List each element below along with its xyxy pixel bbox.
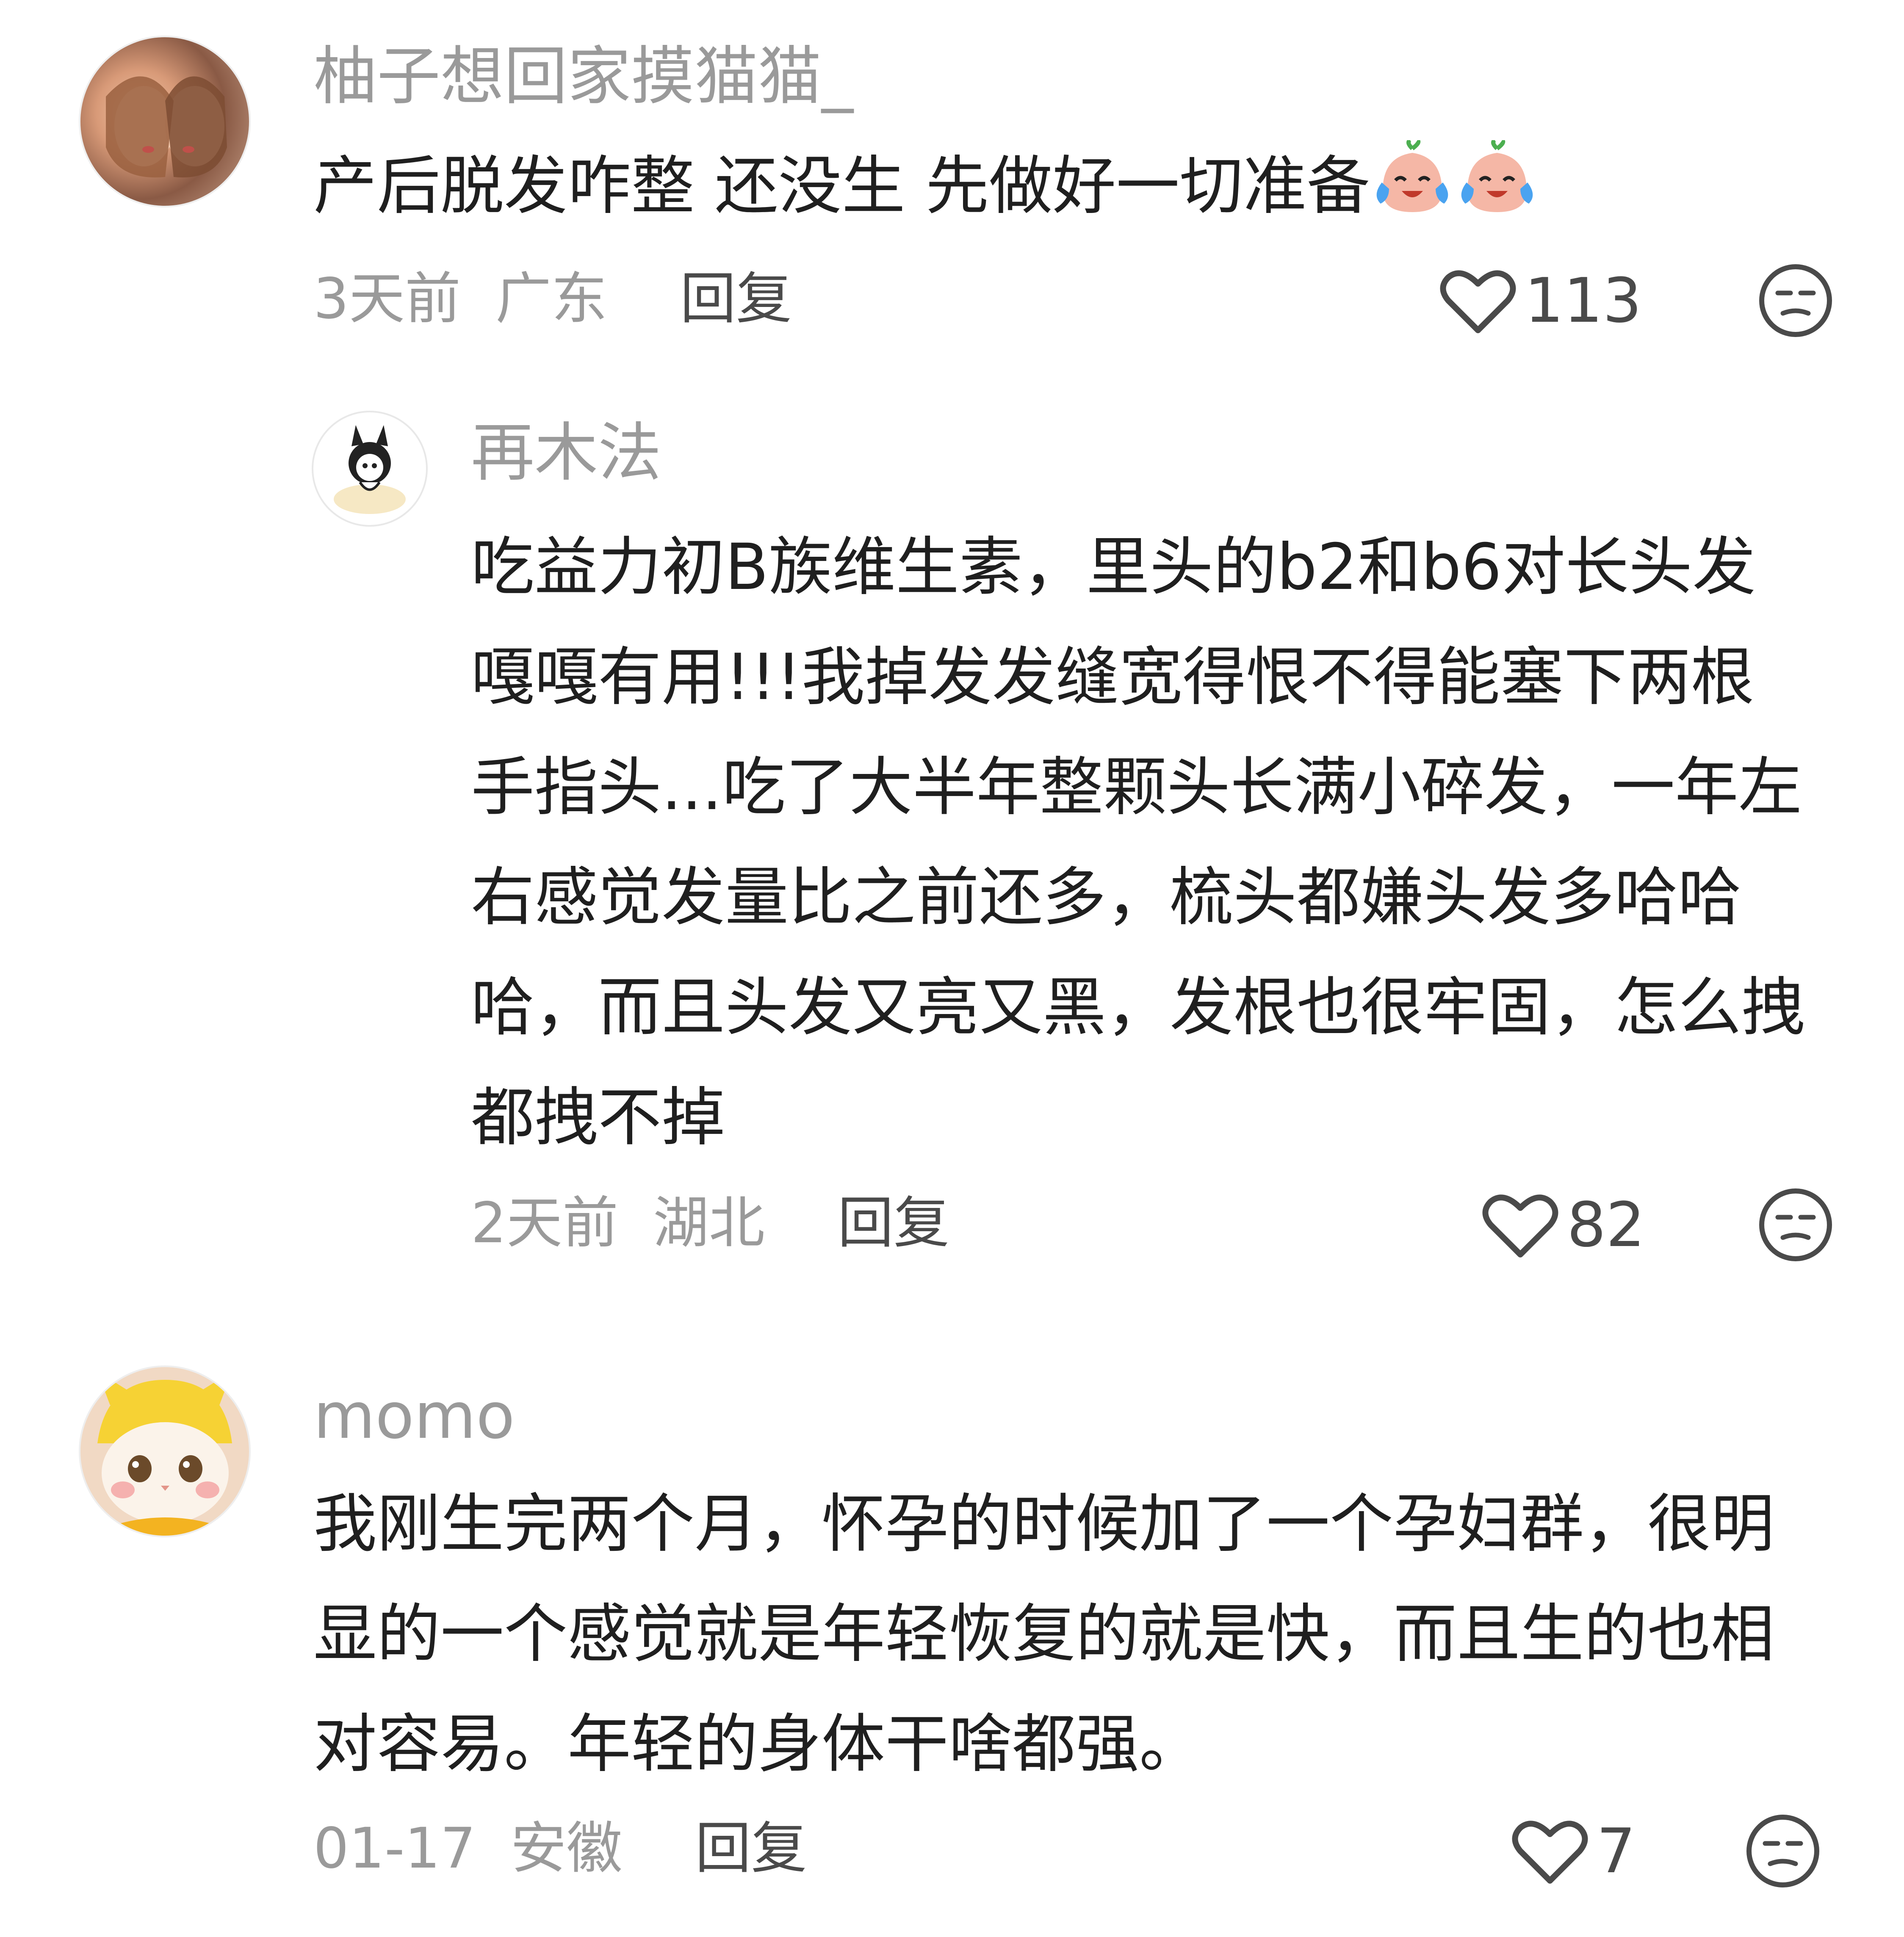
crying-laugh-emoji-icon — [1455, 138, 1539, 250]
unamused-face-icon — [1759, 264, 1832, 337]
dislike-button[interactable] — [1757, 1187, 1834, 1265]
like-button[interactable]: 113 — [1440, 258, 1642, 343]
avatar[interactable] — [79, 1365, 251, 1537]
comment-text: 我刚生完两个月，怀孕的时候加了一个孕妇群，很明显的一个感觉就是年轻恢复的就是快，… — [313, 1487, 1775, 1781]
avatar-image — [106, 76, 227, 178]
like-count: 113 — [1525, 265, 1642, 337]
reply-button[interactable]: 回复 — [680, 266, 792, 332]
reply-username[interactable]: 再木法 — [471, 421, 661, 485]
comment-meta: 3天前 广东 回复 — [313, 271, 792, 327]
comment-text: 产后脱发咋整 还没生 先做好一切准备 — [313, 131, 1838, 250]
comment-location: 广东 — [495, 266, 607, 332]
unamused-face-icon — [1746, 1815, 1819, 1887]
like-count: 82 — [1567, 1189, 1645, 1261]
comment-time: 01-17 — [313, 1816, 476, 1881]
like-button[interactable]: 82 — [1482, 1183, 1645, 1267]
comment-text-body: 产后脱发咋整 还没生 先做好一切准备 — [313, 149, 1370, 223]
heart-outline-icon — [1482, 1191, 1558, 1259]
dislike-button[interactable] — [1757, 263, 1834, 340]
reply-location: 湖北 — [653, 1191, 765, 1256]
like-button[interactable]: 7 — [1512, 1809, 1636, 1893]
avatar-image — [334, 425, 406, 514]
comment-location: 安徽 — [510, 1816, 623, 1881]
reply-text: 吃益力初B族维生素，里头的b2和b6对长头发嘎嘎有用!!!我掉发发缝宽得恨不得能… — [471, 531, 1805, 1155]
avatar-image — [97, 1371, 232, 1536]
comment-username[interactable]: momo — [313, 1384, 515, 1448]
crying-laugh-emoji-icon — [1370, 138, 1455, 250]
reply-time: 2天前 — [471, 1191, 618, 1256]
heart-outline-icon — [1440, 267, 1516, 334]
avatar[interactable] — [79, 36, 251, 207]
reply-avatar[interactable] — [312, 411, 428, 527]
heart-outline-icon — [1512, 1817, 1588, 1885]
reply-button[interactable]: 回复 — [695, 1816, 807, 1881]
comment-meta: 01-17 安徽 回复 — [313, 1821, 807, 1876]
reply-button[interactable]: 回复 — [838, 1191, 949, 1256]
unamused-face-icon — [1759, 1188, 1832, 1261]
reply-meta: 2天前 湖北 回复 — [471, 1195, 949, 1251]
comment-time: 3天前 — [313, 266, 461, 332]
comment-username[interactable]: 柚子想回家摸猫猫_ — [313, 45, 853, 108]
dislike-button[interactable] — [1745, 1813, 1821, 1891]
like-count: 7 — [1597, 1815, 1636, 1887]
